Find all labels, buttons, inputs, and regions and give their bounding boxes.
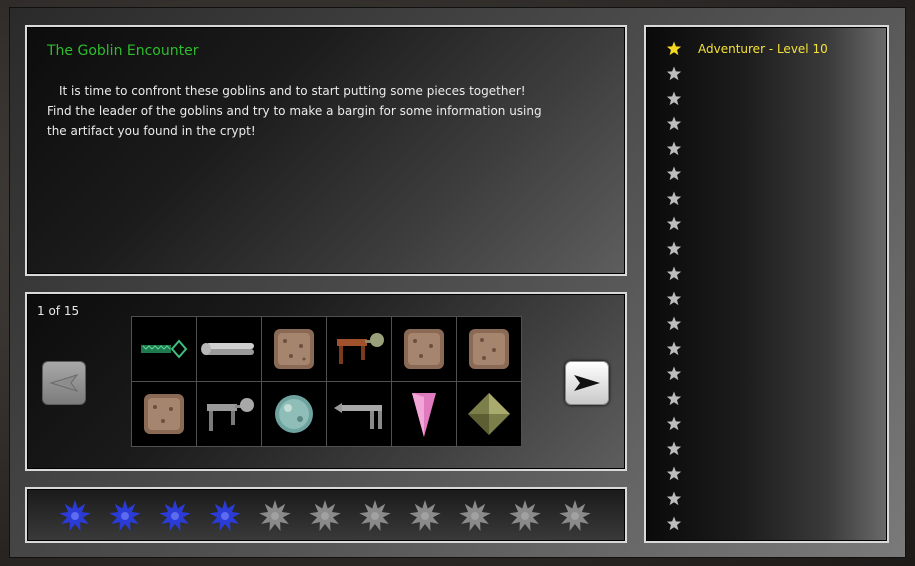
rank-item [666,486,828,511]
unearned-star-icon [259,500,291,532]
right-arrow-icon [574,375,600,391]
rank-item [666,236,828,261]
rank-item [666,336,828,361]
grey-star-icon [666,91,682,105]
unearned-star-icon [559,500,591,532]
inventory-panel: 1 of 15 [25,292,627,471]
rank-item [666,86,828,111]
stone-pestle-icon [207,398,254,431]
inventory-slot-3[interactable] [262,317,326,381]
rank-item [666,261,828,286]
quest-title: The Goblin Encounter [47,43,199,59]
inventory-slot-11[interactable] [392,382,456,446]
grey-star-icon [666,466,682,480]
inventory-slot-10[interactable] [327,382,391,446]
stone-tile-icon [469,329,509,369]
inventory-slot-2[interactable] [197,317,261,381]
rank-item [666,436,828,461]
next-page-button[interactable] [565,361,609,405]
grey-star-icon [666,141,682,155]
rank-item [666,111,828,136]
stone-tile-icon [404,329,444,369]
quest-panel: The Goblin Encounter It is time to confr… [25,25,627,276]
unearned-star-icon [509,500,541,532]
grey-star-icon [666,216,682,230]
inventory-slot-5[interactable] [392,317,456,381]
earned-star-icon [59,500,91,532]
rank-panel: Adventurer - Level 10 [644,25,889,543]
rank-item [666,386,828,411]
rank-item [666,186,828,211]
grey-star-icon [666,341,682,355]
olive-gem-icon [468,393,510,435]
left-arrow-icon [49,374,79,392]
grey-star-icon [666,441,682,455]
rank-item [666,61,828,86]
rank-item-achieved: Adventurer - Level 10 [666,36,828,61]
rank-item [666,511,828,536]
earned-star-icon [109,500,141,532]
gold-star-icon [666,41,682,55]
grey-star-icon [666,316,682,330]
unearned-star-icon [459,500,491,532]
wooden-stool-icon [337,333,384,364]
grey-star-icon [666,241,682,255]
inventory-grid [131,316,522,447]
page-indicator: 1 of 15 [37,304,80,318]
grey-star-icon [666,391,682,405]
rank-item [666,211,828,236]
rank-item [666,161,828,186]
earned-star-icon [159,500,191,532]
crystal-orb-icon [275,395,313,433]
prev-page-button[interactable] [42,361,86,405]
progress-star-track [57,498,593,534]
rank-item [666,461,828,486]
grey-star-icon [666,191,682,205]
grey-star-icon [666,491,682,505]
earned-star-icon [209,500,241,532]
inventory-slot-1[interactable] [132,317,196,381]
rank-item [666,136,828,161]
inventory-slot-8[interactable] [197,382,261,446]
inventory-slot-7[interactable] [132,382,196,446]
inventory-slot-6[interactable] [457,317,521,381]
rank-item [666,361,828,386]
quest-description: It is time to confront these goblins and… [47,84,542,138]
grey-star-icon [666,116,682,130]
chain-key-icon [141,339,188,359]
stone-tile-icon [274,329,314,369]
rank-list: Adventurer - Level 10 [666,36,828,536]
grey-star-icon [666,266,682,280]
grey-star-icon [666,366,682,380]
inventory-slot-4[interactable] [327,317,391,381]
pink-crystal-icon [412,393,436,437]
grey-star-icon [666,416,682,430]
bone-rod-icon [201,343,254,355]
inventory-slot-9[interactable] [262,382,326,446]
rank-item [666,286,828,311]
grey-star-icon [666,66,682,80]
stone-bench-icon [334,403,382,429]
grey-star-icon [666,516,682,530]
rank-item [666,411,828,436]
inventory-slot-12[interactable] [457,382,521,446]
grey-star-icon [666,166,682,180]
grey-star-icon [666,291,682,305]
unearned-star-icon [359,500,391,532]
rank-label: Adventurer - Level 10 [698,41,828,56]
unearned-star-icon [409,500,441,532]
progress-panel [25,487,627,543]
unearned-star-icon [309,500,341,532]
rank-item [666,311,828,336]
stone-tile-icon [144,394,184,434]
